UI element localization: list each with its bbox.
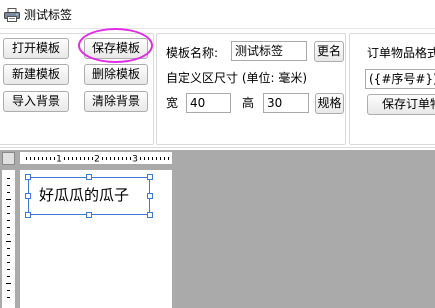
vertical-ruler — [2, 170, 15, 308]
ruler-mark-1: 1 — [56, 155, 62, 165]
resize-handle-top[interactable] — [86, 174, 92, 180]
open-template-button[interactable]: 打开模板 — [3, 38, 69, 59]
delete-template-button[interactable]: 删除模板 — [84, 64, 148, 85]
resize-handle-bottom-left[interactable] — [25, 212, 31, 218]
spec-button[interactable]: 规格 — [315, 93, 344, 114]
order-format-group: 订单物品格式 ({#序号#}){# 保存订单物 — [349, 33, 435, 145]
rename-button[interactable]: 更名 — [314, 41, 344, 62]
template-name-label: 模板名称: — [166, 46, 219, 60]
design-workspace: 1 2 3 好瓜瓜的瓜子 — [0, 150, 435, 308]
label-canvas[interactable]: 好瓜瓜的瓜子 — [20, 170, 172, 308]
width-label: 宽 — [166, 96, 179, 110]
height-input[interactable]: 30 — [263, 93, 309, 113]
resize-handle-right[interactable] — [147, 193, 153, 199]
order-format-label: 订单物品格式 — [367, 46, 435, 60]
size-caption: 自定义区尺寸 (单位: 毫米) — [166, 71, 308, 85]
resize-handle-bottom-right[interactable] — [147, 212, 153, 218]
app-window: 测试标签 打开模板 保存模板 新建模板 删除模板 导入背景 清除背景 模板名称:… — [0, 0, 435, 308]
save-template-button[interactable]: 保存模板 — [84, 38, 148, 59]
resize-handle-top-left[interactable] — [25, 174, 31, 180]
save-order-format-button[interactable]: 保存订单物 — [367, 94, 435, 115]
template-name-input[interactable]: 测试标签 — [231, 41, 307, 61]
title-bar: 测试标签 — [0, 0, 435, 30]
clear-background-button[interactable]: 清除背景 — [84, 91, 148, 112]
printer-icon — [4, 8, 20, 22]
width-input[interactable]: 40 — [186, 93, 231, 113]
order-format-input[interactable]: ({#序号#}){# — [365, 69, 435, 89]
resize-handle-top-right[interactable] — [147, 174, 153, 180]
toolbar: 打开模板 保存模板 新建模板 删除模板 导入背景 清除背景 模板名称: 测试标签… — [0, 28, 435, 148]
resize-handle-bottom[interactable] — [86, 212, 92, 218]
horizontal-ruler: 1 2 3 — [20, 152, 172, 164]
window-title: 测试标签 — [24, 8, 73, 22]
ruler-corner — [2, 152, 15, 165]
height-label: 高 — [242, 96, 255, 110]
new-template-button[interactable]: 新建模板 — [3, 64, 69, 85]
resize-handle-left[interactable] — [25, 193, 31, 199]
template-actions-group: 打开模板 保存模板 新建模板 删除模板 导入背景 清除背景 — [0, 33, 154, 145]
template-settings-group: 模板名称: 测试标签 更名 自定义区尺寸 (单位: 毫米) 宽 40 高 30 … — [156, 33, 346, 145]
ruler-mark-3: 3 — [132, 155, 138, 165]
import-background-button[interactable]: 导入背景 — [3, 91, 69, 112]
ruler-mark-2: 2 — [94, 155, 100, 165]
text-element-selection[interactable]: 好瓜瓜的瓜子 — [28, 177, 150, 215]
label-text[interactable]: 好瓜瓜的瓜子 — [39, 186, 129, 204]
